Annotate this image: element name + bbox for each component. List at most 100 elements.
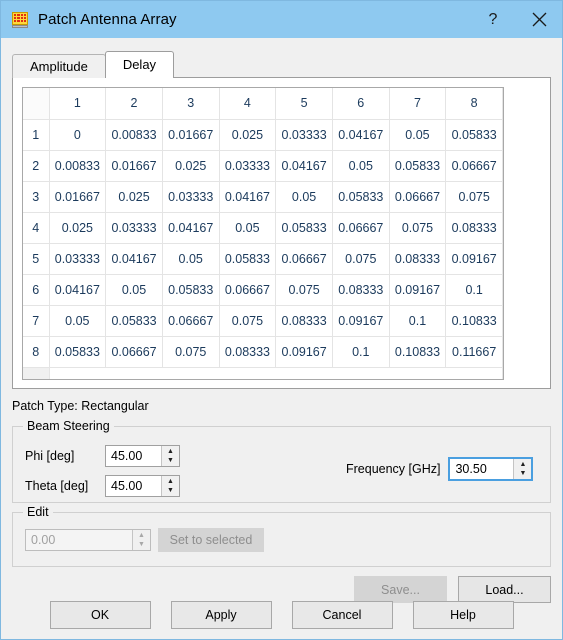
load-button[interactable]: Load...: [458, 576, 551, 603]
table-cell[interactable]: 0.05833: [219, 243, 277, 275]
row-header[interactable]: 3: [23, 181, 50, 213]
table-cell[interactable]: 0.05: [49, 305, 107, 337]
table-cell[interactable]: 0.075: [162, 336, 220, 368]
column-header[interactable]: 3: [162, 88, 220, 120]
table-cell[interactable]: 0.05833: [105, 305, 163, 337]
table-cell[interactable]: 0.025: [49, 212, 107, 244]
table-cell[interactable]: 0.05: [332, 150, 390, 182]
apply-button[interactable]: Apply: [170, 601, 272, 629]
table-cell[interactable]: 0.01667: [162, 119, 220, 151]
phi-value[interactable]: 45.00: [106, 446, 161, 466]
row-header[interactable]: 8: [23, 336, 50, 368]
phi-step-up-icon[interactable]: ▲: [162, 446, 179, 456]
cancel-button[interactable]: Cancel: [291, 601, 393, 629]
table-cell[interactable]: 0.05: [162, 243, 220, 275]
table-cell[interactable]: 0.06667: [105, 336, 163, 368]
table-cell[interactable]: 0.1: [389, 305, 447, 337]
column-header[interactable]: 4: [219, 88, 277, 120]
table-cell[interactable]: 0.08333: [332, 274, 390, 306]
table-cell[interactable]: 0.09167: [332, 305, 390, 337]
table-cell[interactable]: 0.05833: [389, 150, 447, 182]
table-cell[interactable]: 0.10833: [445, 305, 503, 337]
table-cell[interactable]: 0.01667: [105, 150, 163, 182]
phi-spinbox[interactable]: 45.00 ▲ ▼: [105, 445, 180, 467]
row-header[interactable]: 2: [23, 150, 50, 182]
row-header[interactable]: 7: [23, 305, 50, 337]
table-cell[interactable]: 0.04167: [219, 181, 277, 213]
table-cell[interactable]: 0.06667: [162, 305, 220, 337]
table-cell[interactable]: 0.03333: [162, 181, 220, 213]
table-cell[interactable]: 0.06667: [445, 150, 503, 182]
table-cell[interactable]: 0.08333: [219, 336, 277, 368]
table-cell[interactable]: 0.025: [105, 181, 163, 213]
row-header[interactable]: 1: [23, 119, 50, 151]
table-cell[interactable]: 0.03333: [275, 119, 333, 151]
phi-step-down-icon[interactable]: ▼: [162, 456, 179, 466]
phi-stepper[interactable]: ▲ ▼: [161, 446, 179, 466]
column-header[interactable]: 6: [332, 88, 390, 120]
theta-value[interactable]: 45.00: [106, 476, 161, 496]
frequency-value[interactable]: 30.50: [450, 459, 514, 479]
table-cell[interactable]: 0.075: [332, 243, 390, 275]
table-cell[interactable]: 0.05833: [49, 336, 107, 368]
table-cell[interactable]: 0.075: [275, 274, 333, 306]
table-cell[interactable]: 0.03333: [49, 243, 107, 275]
table-cell[interactable]: 0.075: [389, 212, 447, 244]
help-button[interactable]: ?: [470, 1, 516, 38]
table-cell[interactable]: 0.10833: [389, 336, 447, 368]
theta-stepper[interactable]: ▲ ▼: [161, 476, 179, 496]
table-cell[interactable]: 0.09167: [389, 274, 447, 306]
column-header[interactable]: 2: [105, 88, 163, 120]
table-cell[interactable]: 0.09167: [275, 336, 333, 368]
table-cell[interactable]: 0.075: [445, 181, 503, 213]
theta-spinbox[interactable]: 45.00 ▲ ▼: [105, 475, 180, 497]
row-header[interactable]: 4: [23, 212, 50, 244]
table-cell[interactable]: 0.00833: [49, 150, 107, 182]
column-header[interactable]: 1: [49, 88, 107, 120]
table-cell[interactable]: 0: [49, 119, 107, 151]
table-cell[interactable]: 0.04167: [275, 150, 333, 182]
table-cell[interactable]: 0.06667: [389, 181, 447, 213]
close-icon[interactable]: [516, 1, 562, 38]
row-header[interactable]: 5: [23, 243, 50, 275]
table-cell[interactable]: 0.05: [105, 274, 163, 306]
theta-step-up-icon[interactable]: ▲: [162, 476, 179, 486]
table-cell[interactable]: 0.05: [219, 212, 277, 244]
ok-button[interactable]: OK: [49, 601, 151, 629]
table-cell[interactable]: 0.06667: [332, 212, 390, 244]
delay-table-container[interactable]: 1 2 3 4 5 6 7 8 1 0 0.00833 0.01667 0.02…: [22, 87, 504, 380]
table-cell[interactable]: 0.05833: [445, 119, 503, 151]
tab-delay[interactable]: Delay: [104, 51, 175, 78]
column-header[interactable]: 8: [445, 88, 503, 120]
table-cell[interactable]: 0.025: [162, 150, 220, 182]
table-cell[interactable]: 0.01667: [49, 181, 107, 213]
table-cell[interactable]: 0.05833: [275, 212, 333, 244]
table-cell[interactable]: 0.08333: [445, 212, 503, 244]
table-cell[interactable]: 0.08333: [275, 305, 333, 337]
theta-step-down-icon[interactable]: ▼: [162, 486, 179, 496]
table-cell[interactable]: 0.025: [219, 119, 277, 151]
table-cell[interactable]: 0.1: [332, 336, 390, 368]
table-cell[interactable]: 0.11667: [445, 336, 503, 368]
table-cell[interactable]: 0.04167: [162, 212, 220, 244]
table-cell[interactable]: 0.09167: [445, 243, 503, 275]
frequency-step-up-icon[interactable]: ▲: [514, 459, 531, 469]
table-cell[interactable]: 0.03333: [105, 212, 163, 244]
table-cell[interactable]: 0.04167: [49, 274, 107, 306]
table-cell[interactable]: 0.04167: [105, 243, 163, 275]
table-cell[interactable]: 0.06667: [219, 274, 277, 306]
table-cell[interactable]: 0.04167: [332, 119, 390, 151]
table-cell[interactable]: 0.00833: [105, 119, 163, 151]
frequency-stepper[interactable]: ▲ ▼: [513, 459, 532, 479]
help-button-bottom[interactable]: Help: [412, 601, 514, 629]
row-header[interactable]: 6: [23, 274, 50, 306]
table-cell[interactable]: 0.05: [275, 181, 333, 213]
table-cell[interactable]: 0.075: [219, 305, 277, 337]
table-cell[interactable]: 0.06667: [275, 243, 333, 275]
column-header[interactable]: 7: [389, 88, 447, 120]
table-cell[interactable]: 0.05833: [162, 274, 220, 306]
table-cell[interactable]: 0.05833: [332, 181, 390, 213]
table-cell[interactable]: 0.03333: [219, 150, 277, 182]
tab-amplitude[interactable]: Amplitude: [12, 54, 106, 78]
frequency-step-down-icon[interactable]: ▼: [514, 469, 531, 479]
